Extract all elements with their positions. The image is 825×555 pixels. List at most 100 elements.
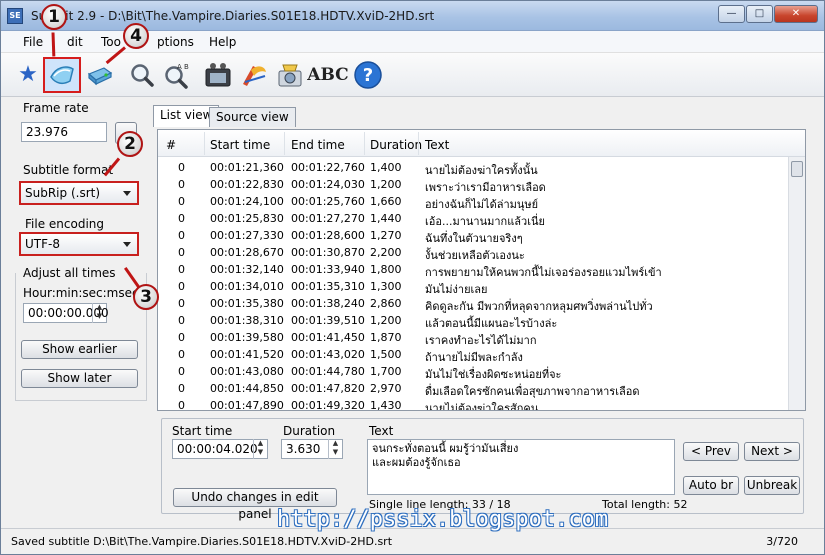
start-time-input[interactable]: 00:00:04.020 ▲ ▼ <box>172 439 268 459</box>
subtitle-text-editor[interactable]: จนกระทั่งตอนนี้ ผมรู้ว่ามันเสี่ยง และผมต… <box>367 439 675 495</box>
save-button[interactable] <box>83 57 117 93</box>
table-row[interactable]: 0 00:01:28,670 00:01:30,870 2,200 งั้นช่วยเห… <box>158 244 788 262</box>
menu-edit[interactable]: dit <box>67 35 83 49</box>
callout-3: 3 <box>133 284 159 310</box>
file-encoding-select[interactable]: UTF-8 <box>19 232 139 256</box>
column-end-time[interactable]: End time <box>291 138 345 152</box>
undo-changes-button[interactable]: Undo changes in edit panel <box>173 488 337 521</box>
row-number: 0 <box>178 382 185 395</box>
tab-source-view[interactable]: Source view <box>209 107 296 127</box>
duration-input[interactable]: 3.630 ▲ ▼ <box>281 439 343 459</box>
adjust-time-stepper[interactable]: ▲ ▼ <box>92 303 106 323</box>
row-number: 0 <box>178 229 185 242</box>
row-start-time: 00:01:24,100 <box>210 195 284 208</box>
open-button[interactable] <box>43 57 81 93</box>
show-later-button[interactable]: Show later <box>21 369 138 388</box>
chevron-down-icon[interactable]: ▼ <box>93 312 106 321</box>
spellcheck-icon <box>243 66 266 86</box>
minimize-button[interactable]: — <box>718 5 745 23</box>
maximize-button[interactable]: □ <box>746 5 773 23</box>
unbreak-button[interactable]: Unbreak <box>744 476 800 495</box>
row-end-time: 00:01:22,760 <box>291 161 365 174</box>
table-row[interactable]: 0 00:01:21,360 00:01:22,760 1,400 นายไม่ต้อง… <box>158 159 788 177</box>
title-bar[interactable]: SE Su Edit 2.9 - D:\Bit\The.Vampire.Diar… <box>1 1 824 31</box>
table-row[interactable]: 0 00:01:47,890 00:01:49,320 1,430 นายไม่ต้อง… <box>158 397 788 411</box>
table-row[interactable]: 0 00:01:35,380 00:01:38,240 2,860 คิดดูละกัน… <box>158 295 788 313</box>
chevron-down-icon[interactable]: ▼ <box>254 448 267 457</box>
menu-options[interactable]: ptions <box>157 35 194 49</box>
column-separator <box>284 132 285 155</box>
duration-label: Duration <box>283 424 336 438</box>
chevron-up-icon[interactable]: ▲ <box>254 439 267 448</box>
column-duration[interactable]: Duration <box>370 138 422 152</box>
abc-button[interactable]: ABC <box>307 57 349 93</box>
close-button[interactable]: ✕ <box>774 5 818 23</box>
table-row[interactable]: 0 00:01:24,100 00:01:25,760 1,660 อย่างฉันก็… <box>158 193 788 211</box>
menu-file[interactable]: File <box>23 35 43 49</box>
column-number[interactable]: # <box>166 138 176 152</box>
table-row[interactable]: 0 00:01:38,310 00:01:39,510 1,200 แล้วตอนนี้… <box>158 312 788 330</box>
replace-button[interactable]: A B <box>159 57 193 93</box>
row-start-time: 00:01:21,360 <box>210 161 284 174</box>
row-start-time: 00:01:22,830 <box>210 178 284 191</box>
abc-icon: ABC <box>307 65 349 85</box>
status-position: 3/720 <box>766 535 798 548</box>
start-time-stepper[interactable]: ▲ ▼ <box>253 439 267 459</box>
column-start-time[interactable]: Start time <box>210 138 270 152</box>
next-button[interactable]: Next > <box>744 442 800 461</box>
frame-rate-input[interactable]: 23.976 <box>21 122 107 142</box>
table-row[interactable]: 0 00:01:22,830 00:01:24,030 1,200 เพราะว่าเร… <box>158 176 788 194</box>
watermark-url: http://pssix.blogspot.com <box>277 507 609 532</box>
find-button[interactable] <box>125 57 159 93</box>
replace-icon: A B <box>165 63 189 89</box>
subtitle-format-label: Subtitle format <box>23 163 114 177</box>
table-row[interactable]: 0 00:01:43,080 00:01:44,780 1,700 มันไม่ใช่เ… <box>158 363 788 381</box>
subtitle-format-value: SubRip (.srt) <box>25 186 101 200</box>
list-scrollbar[interactable] <box>788 157 805 410</box>
row-start-time: 00:01:28,670 <box>210 246 284 259</box>
row-duration: 1,200 <box>370 178 402 191</box>
row-duration: 1,800 <box>370 263 402 276</box>
table-row[interactable]: 0 00:01:41,520 00:01:43,020 1,500 ถ้านายไม่ม… <box>158 346 788 364</box>
column-text[interactable]: Text <box>425 138 449 152</box>
chevron-up-icon[interactable]: ▲ <box>329 439 342 448</box>
adjust-time-input[interactable]: 00:00:00.000 ▲ ▼ <box>23 303 109 323</box>
chevron-down-icon[interactable]: ▼ <box>329 448 342 457</box>
show-earlier-button[interactable]: Show earlier <box>21 340 138 359</box>
new-button[interactable]: ★ <box>11 57 45 93</box>
menu-help[interactable]: Help <box>209 35 236 49</box>
row-duration: 1,300 <box>370 280 402 293</box>
menu-tools[interactable]: Too <box>101 35 121 49</box>
row-number: 0 <box>178 314 185 327</box>
subtitle-format-select[interactable]: SubRip (.srt) <box>19 181 139 205</box>
table-row[interactable]: 0 00:01:34,010 00:01:35,310 1,300 มันไม่ง่าย… <box>158 278 788 296</box>
settings-button[interactable] <box>273 57 307 93</box>
scrollbar-thumb[interactable] <box>791 161 803 177</box>
window-controls: — □ ✕ <box>717 5 818 23</box>
table-row[interactable]: 0 00:01:25,830 00:01:27,270 1,440 เอ้อ...มาน… <box>158 210 788 228</box>
row-end-time: 00:01:25,760 <box>291 195 365 208</box>
video-button[interactable] <box>201 57 235 93</box>
row-number: 0 <box>178 365 185 378</box>
status-message: Saved subtitle D:\Bit\The.Vampire.Diarie… <box>11 535 393 548</box>
auto-br-button[interactable]: Auto br <box>683 476 739 495</box>
subtitle-list[interactable]: # Start time End time Duration Text 0 00:… <box>157 129 806 411</box>
duration-value: 3.630 <box>286 442 321 456</box>
help-button[interactable]: ? <box>351 57 385 93</box>
row-start-time: 00:01:38,310 <box>210 314 284 327</box>
prev-button[interactable]: < Prev <box>683 442 739 461</box>
row-number: 0 <box>178 399 185 411</box>
total-length: Total length: 52 <box>602 498 688 511</box>
row-number: 0 <box>178 212 185 225</box>
row-end-time: 00:01:27,270 <box>291 212 365 225</box>
duration-stepper[interactable]: ▲ ▼ <box>328 439 342 459</box>
table-row[interactable]: 0 00:01:44,850 00:01:47,820 2,970 ดื่มเลือดใ… <box>158 380 788 398</box>
effects-button[interactable] <box>237 57 271 93</box>
chevron-up-icon[interactable]: ▲ <box>93 303 106 312</box>
row-start-time: 00:01:27,330 <box>210 229 284 242</box>
row-end-time: 00:01:43,020 <box>291 348 365 361</box>
table-row[interactable]: 0 00:01:27,330 00:01:28,600 1,270 ฉันทึ่งในต… <box>158 227 788 245</box>
table-row[interactable]: 0 00:01:32,140 00:01:33,940 1,800 การพยายามใ… <box>158 261 788 279</box>
row-end-time: 00:01:47,820 <box>291 382 365 395</box>
table-row[interactable]: 0 00:01:39,580 00:01:41,450 1,870 เราคงทำอะไ… <box>158 329 788 347</box>
